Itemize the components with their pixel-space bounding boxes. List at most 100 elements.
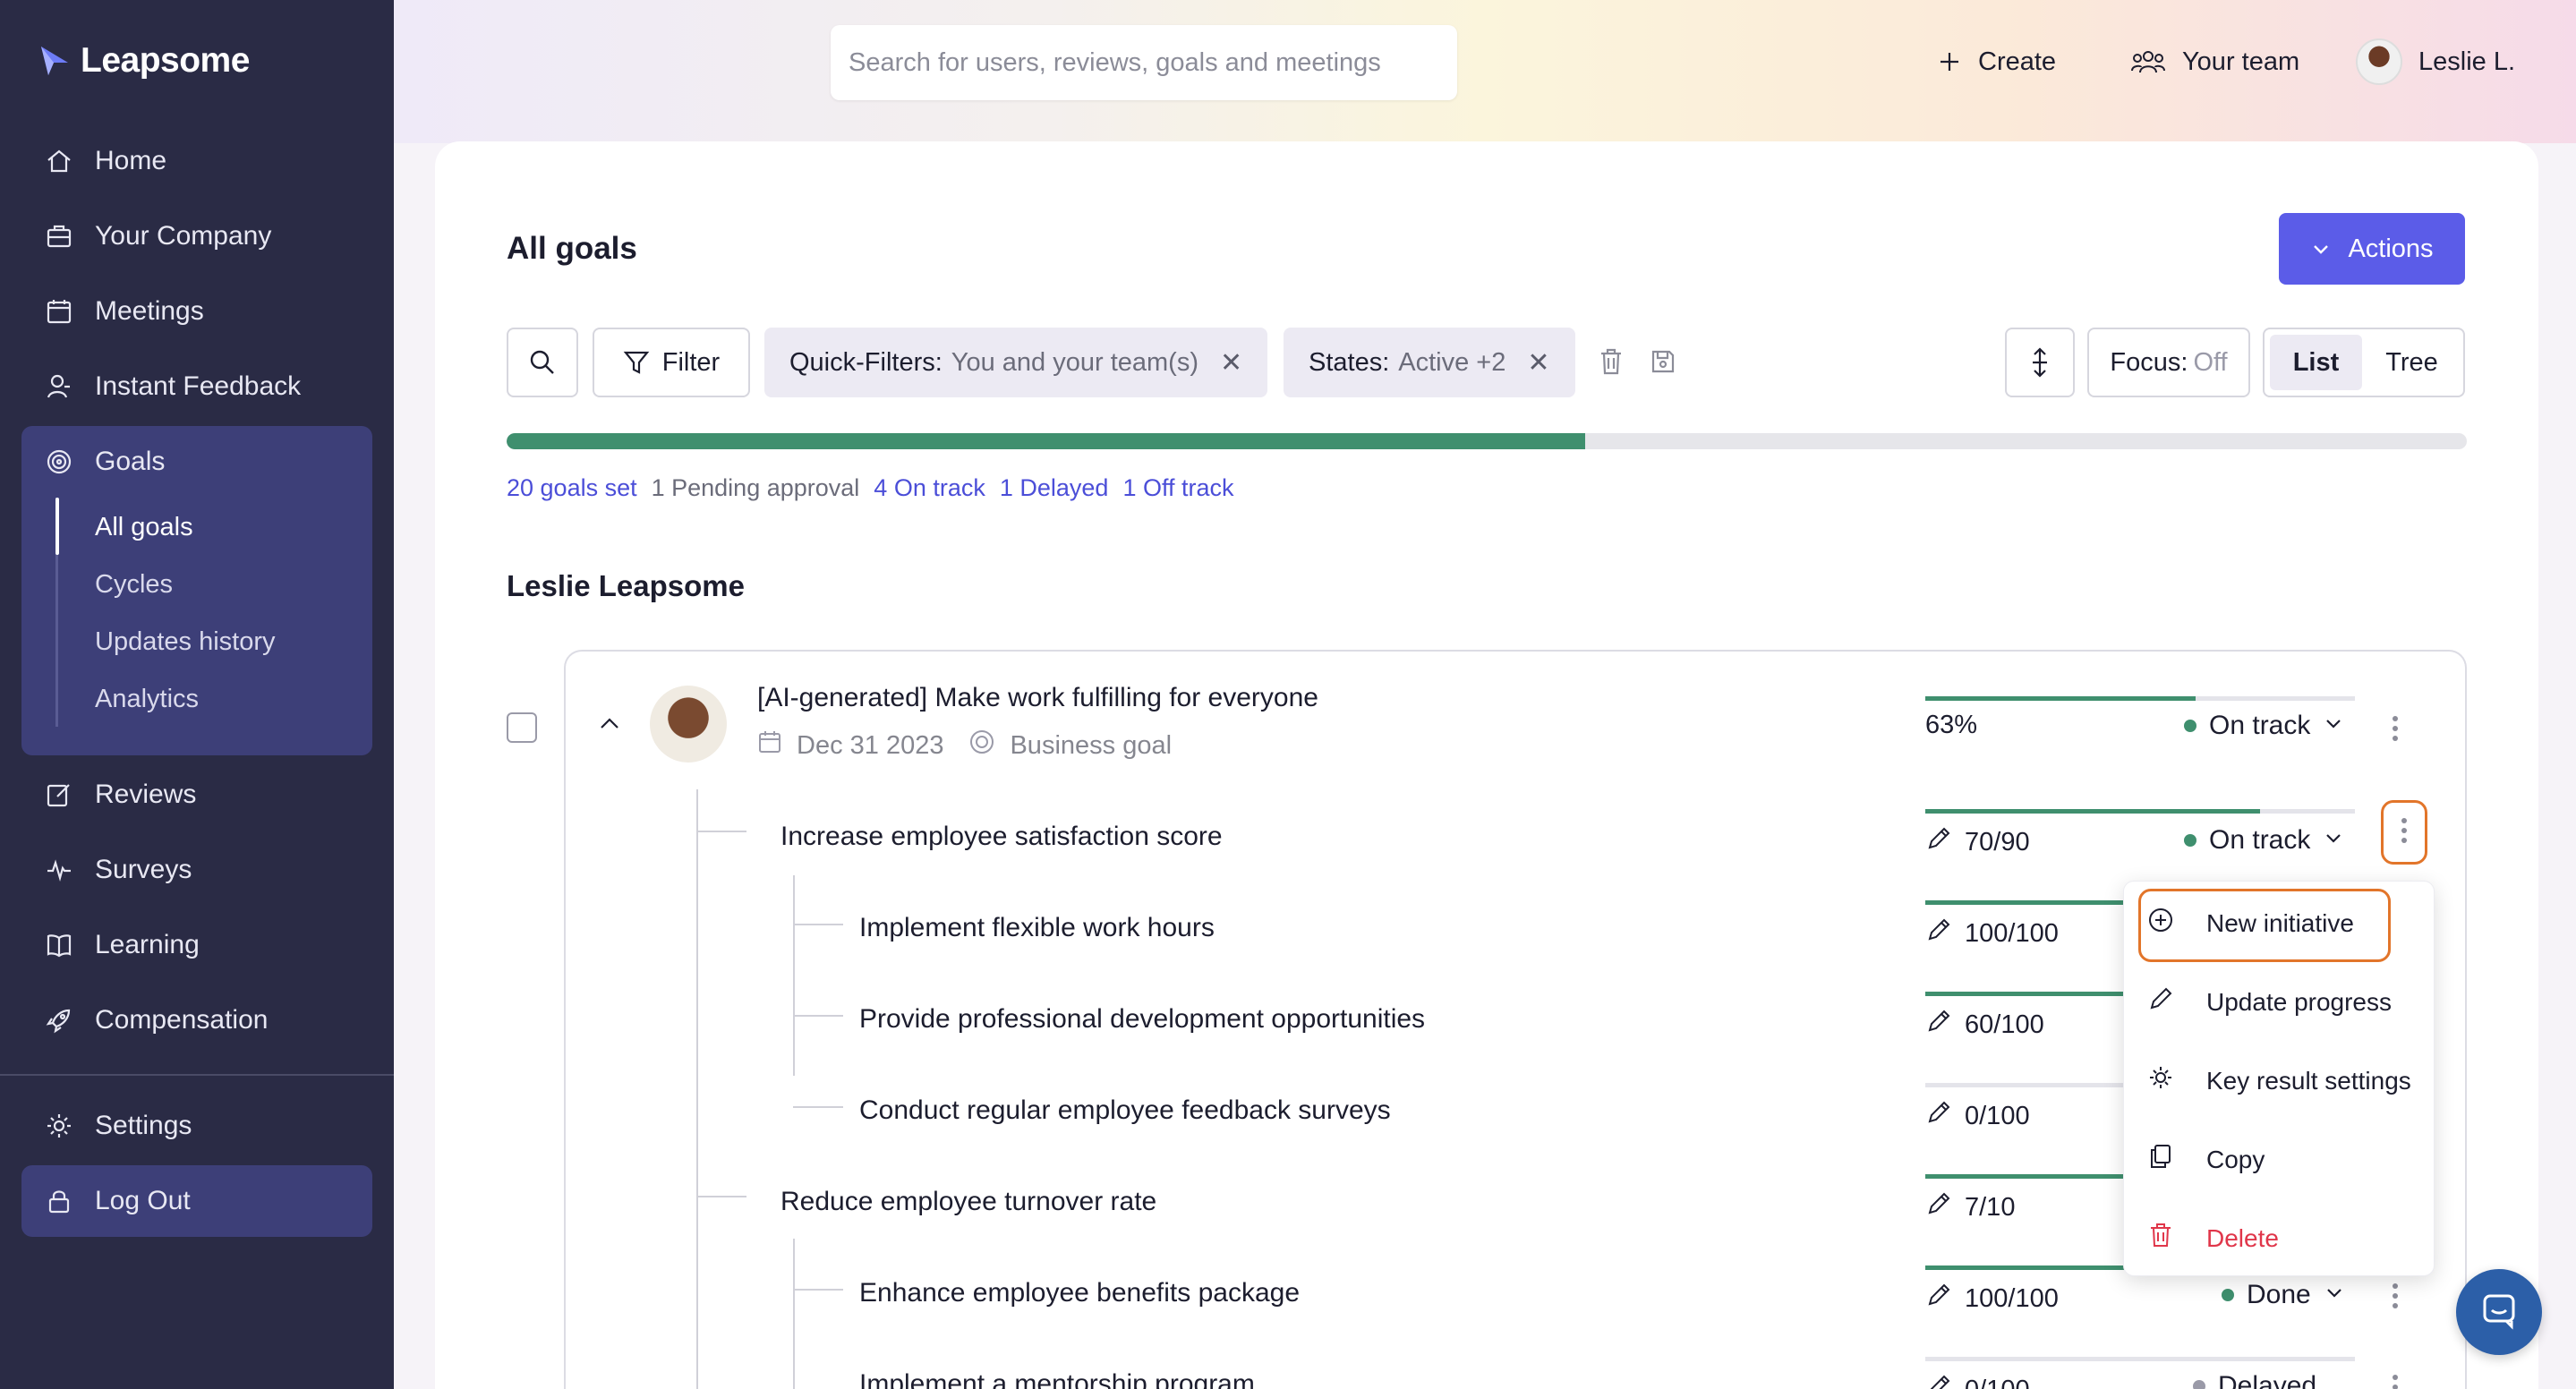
states-label: States:: [1309, 347, 1390, 377]
status-dot: [2184, 834, 2196, 847]
kr-status-dropdown[interactable]: Done: [2222, 1280, 2345, 1310]
focus-label: Focus:: [2110, 347, 2188, 377]
actions-button[interactable]: Actions: [2279, 213, 2465, 285]
goal-title[interactable]: [AI-generated] Make work fulfilling for …: [757, 683, 1318, 713]
chevron-down-icon: [2323, 825, 2344, 856]
kr-title[interactable]: Implement a mentorship program: [859, 1369, 1255, 1389]
trash-icon[interactable]: [1593, 344, 1629, 379]
sidebar-item-log-out[interactable]: Log Out: [43, 1176, 191, 1226]
kr-title[interactable]: Provide professional development opportu…: [859, 1004, 1425, 1035]
sidebar-item-your-company[interactable]: Your Company: [43, 211, 271, 261]
states-chip[interactable]: States: Active +2 ✕: [1284, 328, 1575, 397]
kr-value[interactable]: 100/100: [1925, 916, 2059, 950]
filter-button[interactable]: Filter: [593, 328, 750, 397]
kr-value[interactable]: 0/100: [1925, 1373, 2030, 1389]
stat-off-track[interactable]: 1 Off track: [1122, 474, 1233, 502]
kr-progress-bar: [1925, 1357, 2355, 1361]
sidebar-sub-updates-history[interactable]: Updates history: [95, 619, 276, 664]
create-button[interactable]: Create: [1937, 36, 2056, 88]
close-icon[interactable]: ✕: [1527, 347, 1549, 379]
view-switch: List Tree: [2263, 328, 2465, 397]
goal-checkbox[interactable]: [507, 712, 537, 743]
sidebar-item-home[interactable]: Home: [43, 136, 166, 186]
stat-on-track[interactable]: 4 On track: [874, 474, 985, 502]
sidebar-item-instant-feedback[interactable]: Instant Feedback: [43, 362, 301, 412]
quick-filters-chip[interactable]: Quick-Filters: You and your team(s) ✕: [764, 328, 1268, 397]
sidebar-item-meetings[interactable]: Meetings: [43, 286, 204, 337]
goal-progress-fill: [1925, 696, 2196, 701]
close-icon[interactable]: ✕: [1220, 347, 1242, 379]
chevron-down-icon: [2324, 1280, 2345, 1310]
chevron-up-icon[interactable]: [596, 711, 623, 742]
goal-date: Dec 31 2023: [797, 730, 944, 760]
sidebar-item-compensation[interactable]: Compensation: [43, 995, 268, 1045]
sidebar-item-settings[interactable]: Settings: [43, 1101, 192, 1151]
menu-item-key-result-settings[interactable]: Key result settings: [2147, 1064, 2411, 1097]
create-label: Create: [1978, 47, 2057, 76]
kr-title[interactable]: Enhance employee benefits package: [859, 1278, 1300, 1308]
sidebar-item-label: Log Out: [95, 1186, 191, 1215]
search-goals-button[interactable]: [507, 328, 578, 397]
expand-collapse-button[interactable]: [2005, 328, 2075, 397]
your-team-button[interactable]: Your team: [2130, 36, 2299, 88]
sidebar-item-learning[interactable]: Learning: [43, 920, 200, 970]
expand-vertical-icon: [2029, 347, 2051, 378]
search-box[interactable]: [831, 25, 1457, 100]
your-team-label: Your team: [2182, 47, 2300, 76]
tree-line: [793, 924, 843, 925]
kr-value[interactable]: 100/100: [1925, 1282, 2059, 1316]
pencil-icon: [1925, 1008, 1952, 1042]
chat-button[interactable]: [2456, 1269, 2542, 1355]
calendar-icon: [757, 729, 782, 762]
view-tree-button[interactable]: Tree: [2366, 335, 2458, 390]
goal-status-dropdown[interactable]: On track: [2184, 711, 2344, 741]
menu-item-copy[interactable]: Copy: [2147, 1143, 2265, 1176]
kr-title[interactable]: Conduct regular employee feedback survey…: [859, 1095, 1391, 1126]
leapsome-logo[interactable]: Leapsome: [38, 41, 250, 81]
goal-stats: 20 goals set 1 Pending approval 4 On tra…: [507, 474, 1233, 502]
status-dot: [2193, 1380, 2205, 1389]
sidebar-item-reviews[interactable]: Reviews: [43, 770, 196, 820]
kr-value[interactable]: 70/90: [1925, 825, 2030, 859]
kr-more-button-active[interactable]: [2381, 800, 2427, 865]
goal-type: Business goal: [1010, 730, 1173, 760]
sidebar-sub-analytics[interactable]: Analytics: [95, 677, 199, 721]
goal-more-icon[interactable]: [2383, 711, 2408, 746]
sidebar-sub-all-goals[interactable]: All goals: [95, 505, 193, 550]
filter-icon: [623, 349, 650, 376]
pencil-icon: [1925, 825, 1952, 859]
rocket-icon: [43, 1004, 75, 1036]
quick-filters-value: You and your team(s): [951, 347, 1198, 377]
menu-item-delete[interactable]: Delete: [2147, 1222, 2279, 1255]
sidebar-item-label: Learning: [95, 930, 200, 959]
kr-title[interactable]: Implement flexible work hours: [859, 913, 1215, 943]
tree-line: [793, 1015, 843, 1017]
stat-goals-set[interactable]: 20 goals set: [507, 474, 637, 502]
view-list-button[interactable]: List: [2270, 335, 2362, 390]
kr-value-text: 0/100: [1965, 1101, 2030, 1130]
stat-pending[interactable]: 1 Pending approval: [652, 474, 860, 502]
kr-more-icon[interactable]: [2383, 1369, 2408, 1389]
save-icon[interactable]: [1645, 344, 1681, 379]
menu-item-new-initiative[interactable]: New initiative: [2147, 907, 2354, 940]
kr-title[interactable]: Increase employee satisfaction score: [780, 822, 1223, 852]
stat-delayed[interactable]: 1 Delayed: [1000, 474, 1109, 502]
kr-status-dropdown[interactable]: Delayed: [2193, 1371, 2316, 1389]
kr-value[interactable]: 60/100: [1925, 1008, 2044, 1042]
status-label: On track: [2209, 711, 2311, 740]
search-input[interactable]: [849, 47, 1439, 78]
kr-value[interactable]: 0/100: [1925, 1099, 2030, 1133]
sidebar-item-surveys[interactable]: Surveys: [43, 845, 192, 895]
app-name: Leapsome: [81, 41, 250, 80]
pulse-icon: [43, 854, 75, 886]
focus-toggle[interactable]: Focus: Off: [2087, 328, 2250, 397]
kr-value[interactable]: 7/10: [1925, 1190, 2015, 1224]
sidebar-sub-cycles[interactable]: Cycles: [95, 562, 173, 607]
user-menu[interactable]: Leslie L.: [2356, 36, 2515, 88]
menu-item-update-progress[interactable]: Update progress: [2147, 985, 2392, 1018]
kr-more-icon[interactable]: [2383, 1278, 2408, 1314]
plus-icon: [1937, 49, 1962, 74]
kr-title[interactable]: Reduce employee turnover rate: [780, 1187, 1156, 1217]
sidebar-item-goals[interactable]: Goals: [43, 437, 165, 487]
kr-status-dropdown[interactable]: On track: [2184, 825, 2344, 856]
